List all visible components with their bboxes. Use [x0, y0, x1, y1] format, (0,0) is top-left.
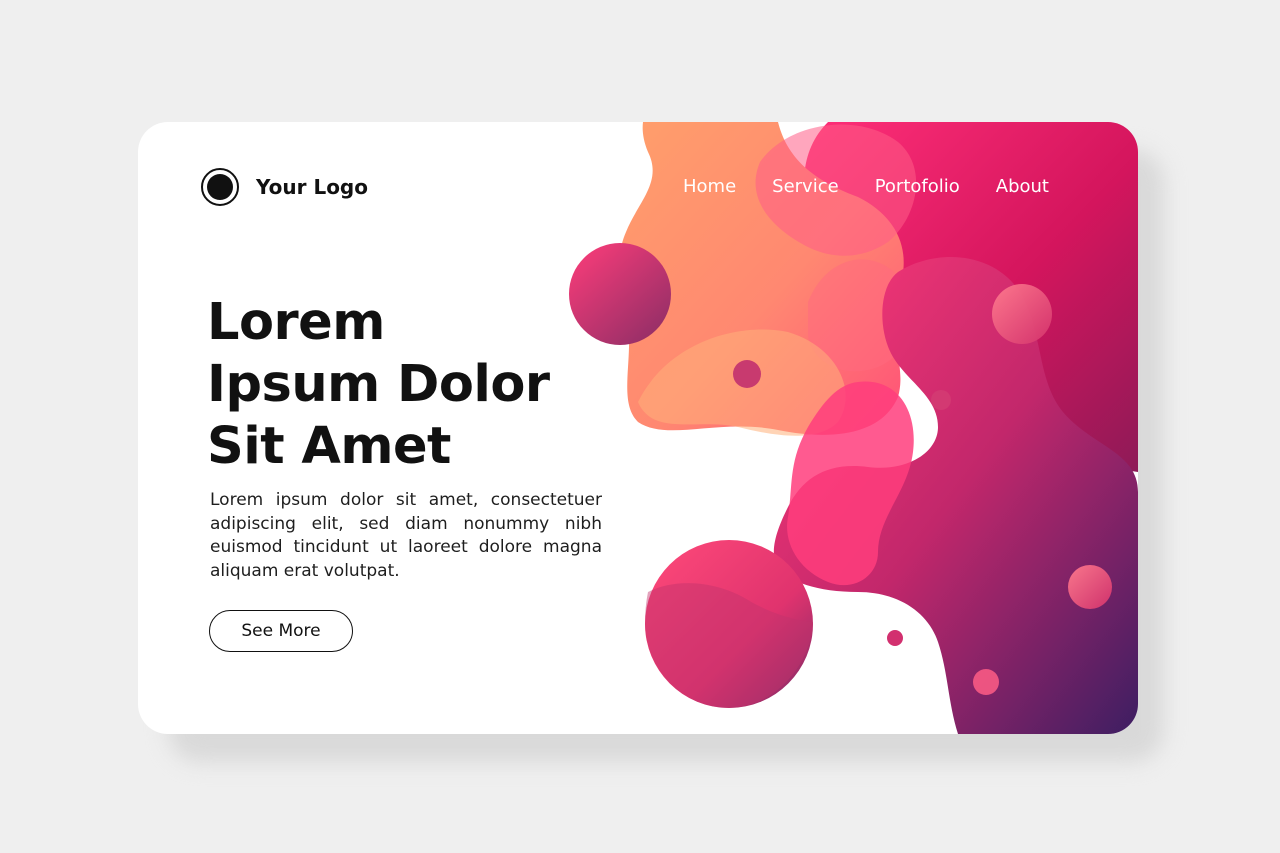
main-nav: Home Service Portofolio About [683, 176, 1049, 197]
hero-title-line-2: Ipsum Dolor [207, 355, 550, 414]
logo-text: Your Logo [256, 175, 368, 199]
nav-item-about[interactable]: About [996, 176, 1049, 197]
hero-title-line-3: Sit Amet [207, 417, 451, 476]
logo[interactable]: Your Logo [201, 168, 368, 206]
nav-item-home[interactable]: Home [683, 176, 736, 197]
nav-item-service[interactable]: Service [772, 176, 839, 197]
hero-description: Lorem ipsum dolor sit amet, consectetuer… [210, 490, 602, 581]
hero-title: Lorem Ipsum Dolor Sit Amet [207, 292, 550, 478]
hero-title-line-1: Lorem [207, 293, 385, 352]
nav-item-portofolio[interactable]: Portofolio [875, 176, 960, 197]
see-more-button[interactable]: See More [209, 610, 353, 652]
landing-card: Your Logo Home Service Portofolio About … [138, 122, 1138, 734]
logo-circle-icon [201, 168, 239, 206]
